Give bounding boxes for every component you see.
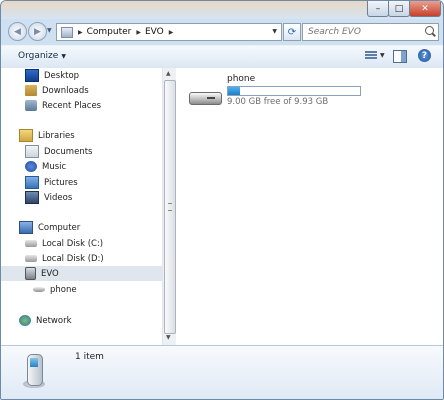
nav-item-label: Music (42, 161, 67, 172)
nav-item-label: Local Disk (D:) (42, 253, 104, 264)
navigation-scrollbar[interactable]: ▲ ▼ (162, 68, 176, 345)
nav-item-label: EVO (41, 268, 59, 279)
details-pane: 1 item (1, 345, 443, 399)
removable-drive-icon[interactable] (189, 88, 222, 105)
drive-icon (33, 287, 45, 292)
search-box[interactable] (302, 23, 439, 41)
nav-item-desktop[interactable]: Desktop (1, 68, 162, 83)
videos-icon (25, 191, 39, 204)
nav-item-music[interactable]: Music (1, 159, 162, 174)
nav-item-pictures[interactable]: Pictures (1, 175, 162, 190)
nav-item-label: Pictures (44, 177, 78, 188)
view-options-dropdown[interactable]: ▼ (380, 52, 385, 59)
breadcrumb-computer[interactable]: Computer (87, 27, 132, 37)
nav-item-label: Downloads (42, 85, 89, 96)
nav-item-label: Local Disk (C:) (42, 238, 104, 249)
nav-item-local-disk-d[interactable]: Local Disk (D:) (1, 251, 162, 266)
nav-item-label: Computer (38, 222, 81, 233)
local-disk-icon (25, 240, 37, 247)
scroll-up-icon[interactable]: ▲ (166, 70, 171, 77)
drive-name[interactable]: phone (227, 74, 255, 84)
chevron-down-icon: ▼ (61, 53, 66, 60)
grip-icon (168, 203, 172, 211)
drive-usage-bar (227, 86, 361, 96)
breadcrumb-separator-icon[interactable]: ▶ (136, 29, 141, 36)
forward-button[interactable]: ▶ (28, 22, 47, 41)
nav-item-libraries[interactable]: Libraries (1, 128, 162, 143)
change-view-icon[interactable] (365, 51, 377, 61)
desktop-icon (25, 69, 39, 82)
search-icon[interactable] (425, 26, 434, 35)
refresh-button[interactable]: ⟳ (283, 23, 301, 41)
nav-item-label: Libraries (38, 130, 75, 141)
breadcrumb-evo[interactable]: EVO (145, 27, 164, 37)
breadcrumb-separator-icon[interactable]: ▶ (78, 29, 83, 36)
scroll-down-icon[interactable]: ▼ (166, 334, 171, 341)
computer-icon (19, 221, 33, 234)
nav-item-computer[interactable]: Computer (1, 220, 162, 235)
mobile-device-icon (23, 352, 45, 390)
nav-item-label: Desktop (44, 70, 80, 81)
organize-button[interactable]: Organize ▼ (18, 51, 66, 61)
content-area: Desktop Downloads Recent Places Librarie… (1, 68, 443, 345)
nav-item-evo[interactable]: EVO (1, 266, 162, 281)
nav-item-label: Videos (44, 192, 73, 203)
recent-pages-dropdown[interactable]: ▼ (47, 27, 52, 34)
drive-usage-fill (228, 87, 241, 95)
nav-item-network[interactable]: Network (1, 313, 162, 328)
breadcrumb-separator-icon[interactable]: ▶ (169, 29, 174, 36)
item-count: 1 item (75, 352, 104, 362)
nav-item-phone[interactable]: phone (1, 282, 162, 297)
address-bar[interactable]: ▶ Computer ▶ EVO ▶ ▼ (56, 23, 282, 41)
maximize-button[interactable]: □ (388, 1, 410, 17)
pictures-icon (25, 176, 39, 189)
close-button[interactable]: ✕ (409, 1, 441, 17)
address-bar-row: ◀ ▶ ▼ ▶ Computer ▶ EVO ▶ ▼ ⟳ (1, 19, 443, 45)
documents-icon (25, 145, 39, 158)
nav-item-documents[interactable]: Documents (1, 144, 162, 159)
nav-item-label: Network (36, 315, 72, 326)
nav-item-label: Documents (44, 146, 93, 157)
location-icon (61, 26, 73, 38)
command-bar: Organize ▼ ▼ ? (1, 45, 443, 69)
organize-label: Organize (18, 51, 59, 61)
preview-pane-icon[interactable] (393, 50, 407, 63)
recent-places-icon (25, 100, 37, 111)
nav-item-recent-places[interactable]: Recent Places (1, 98, 162, 113)
file-list: phone 9.00 GB free of 9.93 GB (176, 68, 443, 345)
scrollbar-thumb[interactable] (164, 80, 176, 334)
downloads-icon (25, 85, 37, 96)
nav-item-videos[interactable]: Videos (1, 190, 162, 205)
address-history-dropdown[interactable]: ▼ (272, 28, 277, 35)
music-icon (25, 161, 37, 172)
nav-item-label: Recent Places (42, 100, 102, 111)
libraries-icon (19, 129, 33, 142)
back-button[interactable]: ◀ (8, 22, 27, 41)
navigation-pane: Desktop Downloads Recent Places Librarie… (1, 68, 162, 345)
local-disk-icon (25, 255, 37, 262)
title-bar: – □ ✕ (1, 1, 443, 19)
search-input[interactable] (308, 27, 418, 37)
removable-device-icon (25, 267, 36, 280)
nav-item-downloads[interactable]: Downloads (1, 83, 162, 98)
explorer-window: – □ ✕ ◀ ▶ ▼ ▶ Computer ▶ EVO ▶ ▼ ⟳ Organ… (0, 0, 444, 400)
nav-item-local-disk-c[interactable]: Local Disk (C:) (1, 236, 162, 251)
drive-free-space: 9.00 GB free of 9.93 GB (227, 97, 329, 107)
network-icon (19, 315, 31, 326)
help-icon[interactable]: ? (418, 49, 431, 62)
nav-item-label: phone (50, 284, 77, 295)
minimize-button[interactable]: – (367, 1, 389, 17)
